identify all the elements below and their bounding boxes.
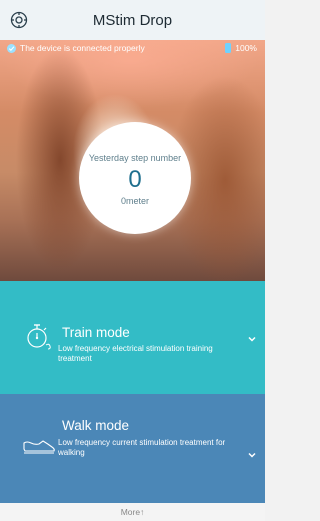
stopwatch-icon bbox=[22, 323, 56, 351]
walk-mode-title: Walk mode bbox=[62, 418, 130, 433]
walk-mode-card[interactable]: Walk mode Low frequency current stimulat… bbox=[0, 394, 265, 503]
shoe-icon bbox=[22, 436, 56, 464]
chevron-down-icon[interactable] bbox=[247, 447, 257, 458]
train-mode-card[interactable]: Train mode Low frequency electrical stim… bbox=[0, 281, 265, 394]
device-status-bar: The device is connected properly 100% bbox=[0, 40, 265, 56]
more-button[interactable]: More↑ bbox=[0, 503, 265, 521]
check-icon bbox=[7, 43, 16, 53]
step-counter: Yesterday step number 0 0meter bbox=[79, 122, 191, 234]
page-title: MStim Drop bbox=[92, 11, 173, 29]
chevron-down-icon[interactable] bbox=[247, 331, 257, 342]
step-value: 0 bbox=[128, 165, 142, 193]
hero-background: The device is connected properly 100% Ye… bbox=[0, 40, 265, 281]
walk-mode-description: Low frequency current stimulation treatm… bbox=[58, 438, 226, 457]
gear-icon[interactable] bbox=[9, 10, 29, 30]
train-mode-title: Train mode bbox=[62, 325, 130, 340]
battery-level: 100% bbox=[235, 43, 257, 53]
step-label: Yesterday step number bbox=[88, 152, 182, 163]
distance-value: 0meter bbox=[120, 195, 149, 206]
battery-icon bbox=[225, 43, 232, 53]
connection-status-text: The device is connected properly bbox=[20, 43, 145, 53]
app-header: MStim Drop bbox=[0, 0, 265, 40]
train-mode-description: Low frequency electrical stimulation tra… bbox=[58, 344, 213, 363]
